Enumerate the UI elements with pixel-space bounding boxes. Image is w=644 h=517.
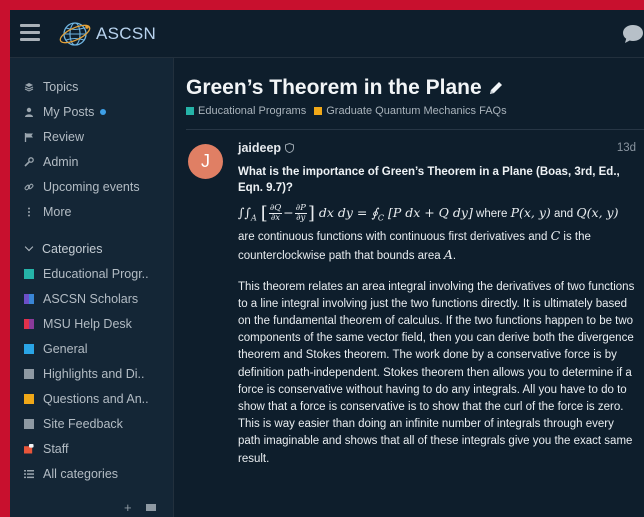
sidebar-category-ascsn-scholars[interactable]: ASCSN Scholars [10, 286, 173, 311]
sidebar-item-label: Upcoming events [43, 179, 140, 194]
post-paragraph: This theorem relates an area integral in… [238, 280, 635, 465]
title-divider [186, 129, 644, 130]
formula-period: . [452, 249, 457, 262]
sidebar-item-more[interactable]: More [10, 199, 173, 224]
post-age[interactable]: 13d [617, 142, 636, 154]
category-label: Staff [43, 441, 69, 456]
category-label: Educational Progr.. [43, 266, 149, 281]
breadcrumb: Educational Programs Graduate Quantum Me… [186, 105, 644, 117]
post-body: jaideep 13d What is the importance of Gr… [238, 138, 636, 468]
category-color-badge [24, 393, 34, 404]
collapse-sidebar-icon[interactable] [146, 504, 156, 511]
sidebar-footer: + [10, 499, 174, 517]
post: J jaideep 13d What is the importance of … [186, 138, 644, 468]
sidebar-item-upcoming-events[interactable]: Upcoming events [10, 174, 173, 199]
category-label: MSU Help Desk [43, 316, 132, 331]
sidebar-category-questions-answers[interactable]: Questions and An.. [10, 386, 173, 411]
flag-icon [24, 132, 34, 142]
sidebar-category-msu-help-desk[interactable]: MSU Help Desk [10, 311, 173, 336]
site-logo[interactable]: ASCSN [58, 17, 156, 51]
sidebar-item-label: More [43, 204, 72, 219]
avatar-letter: J [201, 151, 210, 171]
sidebar-category-general[interactable]: General [10, 336, 173, 361]
sidebar-item-label: Review [43, 129, 84, 144]
category-color-badge [24, 368, 34, 379]
chat-icon[interactable] [622, 24, 644, 44]
breadcrumb-category-educational-programs[interactable]: Educational Programs [186, 105, 306, 117]
breadcrumb-category-graduate-qm-faqs[interactable]: Graduate Quantum Mechanics FAQs [314, 105, 507, 117]
categories-toggle[interactable]: Categories [10, 236, 173, 261]
hamburger-menu-icon[interactable] [20, 24, 40, 42]
post-author[interactable]: jaideep [238, 141, 295, 155]
lock-category-icon [24, 443, 34, 454]
unread-indicator [100, 108, 107, 115]
category-color-badge [24, 293, 34, 304]
formula-text-and: and [554, 208, 574, 220]
greens-theorem-formula: ∫∫A [∂Q ∂x − ∂P ∂y] dx dy = ∮C [P dx + Q dy]… [238, 204, 636, 265]
sidebar-item-my-posts[interactable]: My Posts [10, 99, 173, 124]
post-question: What is the importance of Green’s Theore… [238, 166, 620, 194]
category-label: Questions and An.. [43, 391, 149, 406]
breadcrumb-label: Educational Programs [198, 105, 307, 117]
sidebar-item-topics[interactable]: Topics [10, 74, 173, 99]
shield-icon [285, 143, 295, 153]
sidebar-item-admin[interactable]: Admin [10, 149, 173, 174]
category-color-badge [314, 107, 323, 115]
category-color-badge [24, 343, 34, 354]
site-name: ASCSN [96, 24, 157, 43]
breadcrumb-label: Graduate Quantum Mechanics FAQs [326, 105, 507, 117]
edit-pencil-icon[interactable] [488, 80, 504, 96]
author-name: jaideep [238, 141, 282, 155]
category-color-badge [24, 318, 34, 329]
category-label: Site Feedback [43, 416, 123, 431]
formula-a: A [443, 246, 453, 262]
globe-logo-icon [59, 22, 91, 46]
topic-main: Green’s Theorem in the Plane Educational… [175, 58, 644, 517]
category-label: ASCSN Scholars [43, 291, 139, 306]
sidebar-item-label: Topics [43, 79, 79, 94]
sidebar-category-educational-programs[interactable]: Educational Progr.. [10, 261, 173, 286]
sidebar: Topics My Posts Review Admin Upcoming ev… [10, 58, 174, 517]
formula-text-are: are continuous functions with continuous… [238, 230, 548, 243]
app-window: ASCSN Topics My Posts Review Admin Upcom… [10, 10, 644, 517]
chevron-down-icon [24, 242, 34, 252]
sidebar-category-highlights[interactable]: Highlights and Di.. [10, 361, 173, 386]
category-color-badge [24, 418, 34, 429]
topic-title-row: Green’s Theorem in the Plane [186, 76, 644, 100]
user-icon [24, 107, 34, 117]
formula-c: C [550, 227, 561, 243]
category-color-badge [24, 268, 34, 279]
sidebar-category-site-feedback[interactable]: Site Feedback [10, 411, 173, 436]
layers-icon [24, 82, 34, 92]
sidebar-category-staff[interactable]: Staff [10, 436, 173, 461]
formula-lhs: ∫∫A [∂Q ∂x − ∂P ∂y] dx dy = ∮C [P dx + Q dy] [238, 203, 473, 224]
wrench-icon [24, 156, 34, 167]
topic-title: Green’s Theorem in the Plane [186, 76, 482, 99]
sidebar-item-label: All categories [43, 466, 119, 481]
category-label: Highlights and Di.. [43, 366, 145, 381]
plus-icon[interactable]: + [124, 500, 132, 515]
avatar[interactable]: J [188, 144, 223, 179]
formula-q: Q(x, y) [576, 205, 619, 220]
formula-text-where: where [476, 208, 508, 220]
ellipsis-vertical-icon [24, 207, 34, 217]
sidebar-item-all-categories[interactable]: All categories [10, 461, 173, 486]
site-header: ASCSN [10, 10, 644, 58]
category-color-badge [186, 107, 194, 115]
category-label: General [43, 341, 88, 356]
sidebar-item-review[interactable]: Review [10, 124, 173, 149]
categories-heading: Categories [42, 241, 103, 256]
sidebar-item-label: Admin [43, 154, 79, 169]
link-icon [24, 182, 34, 192]
formula-p: P(x, y) [510, 205, 551, 220]
list-icon [24, 469, 34, 479]
post-meta: jaideep 13d [238, 138, 636, 158]
sidebar-item-label: My Posts [43, 104, 95, 119]
